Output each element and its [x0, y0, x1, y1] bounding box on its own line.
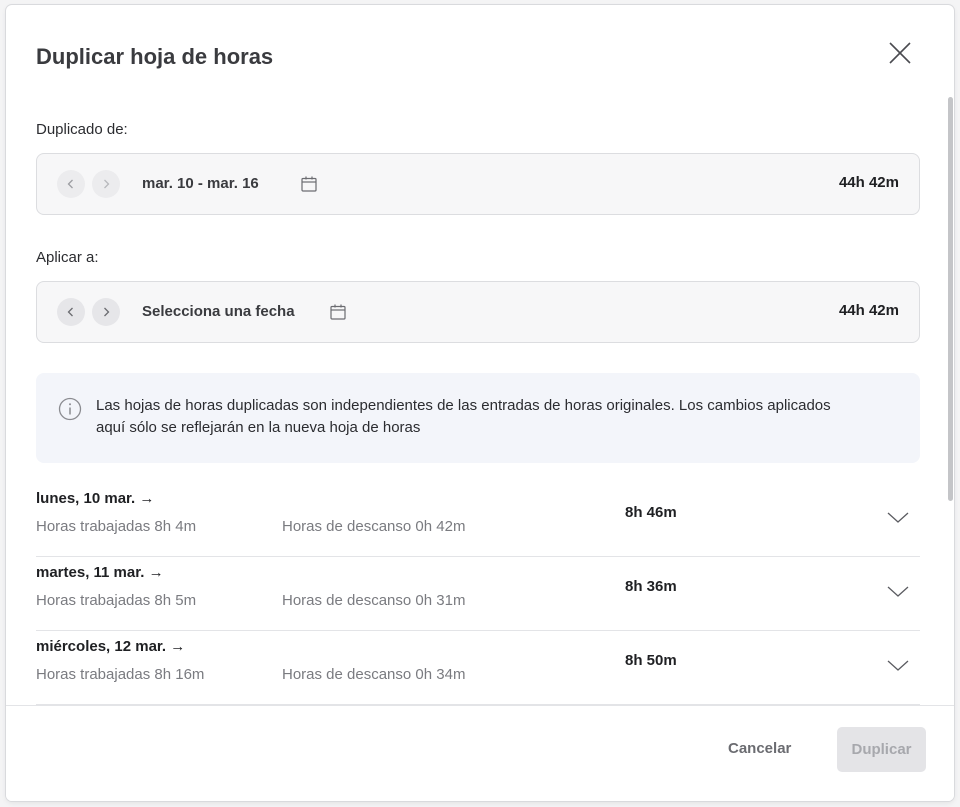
source-week-range: mar. 10 - mar. 16	[142, 175, 259, 192]
prev-week-button[interactable]	[57, 298, 85, 326]
duplicate-button[interactable]: Duplicar	[837, 727, 926, 772]
prev-week-button[interactable]	[57, 170, 85, 198]
source-label: Duplicado de:	[36, 121, 128, 138]
duplicate-timesheet-dialog: Duplicar hoja de horas Duplicado de: mar…	[6, 5, 954, 801]
next-week-button[interactable]	[92, 298, 120, 326]
cancel-button[interactable]: Cancelar	[728, 740, 791, 757]
chevron-left-icon	[67, 307, 73, 317]
chevron-down-icon[interactable]	[886, 506, 910, 530]
dialog-title: Duplicar hoja de horas	[36, 44, 274, 69]
target-label: Aplicar a:	[36, 249, 99, 266]
target-week-total: 44h 42m	[838, 302, 899, 319]
worked-hours: Horas trabajadas 8h 5m	[36, 592, 197, 609]
break-hours: Horas de descanso 0h 34m	[282, 666, 466, 683]
dialog-footer: Cancelar Duplicar	[6, 705, 954, 801]
break-hours: Horas de descanso 0h 42m	[282, 518, 466, 535]
chevron-down-icon[interactable]	[886, 654, 910, 678]
day-title[interactable]: lunes, 10 mar. →	[36, 490, 154, 507]
calendar-icon[interactable]	[300, 175, 318, 193]
chevron-left-icon	[67, 179, 73, 189]
day-title[interactable]: miércoles, 12 mar. →	[36, 638, 185, 655]
worked-hours: Horas trabajadas 8h 16m	[36, 666, 205, 683]
close-icon[interactable]	[886, 39, 914, 67]
day-row: martes, 11 mar. → Horas trabajadas 8h 5m…	[36, 556, 920, 631]
scrollbar[interactable]	[948, 97, 953, 501]
day-total: 8h 46m	[625, 504, 677, 521]
source-week-selector: mar. 10 - mar. 16 44h 42m	[36, 153, 920, 215]
info-icon	[58, 397, 82, 421]
day-total: 8h 36m	[625, 578, 677, 595]
info-banner: Las hojas de horas duplicadas son indepe…	[36, 373, 920, 463]
day-total: 8h 50m	[625, 652, 677, 669]
next-week-button[interactable]	[92, 170, 120, 198]
day-row: miércoles, 12 mar. → Horas trabajadas 8h…	[36, 630, 920, 705]
day-title[interactable]: martes, 11 mar. →	[36, 564, 164, 581]
calendar-icon[interactable]	[329, 303, 347, 321]
chevron-right-icon	[104, 307, 110, 317]
day-row: lunes, 10 mar. → Horas trabajadas 8h 4m …	[36, 482, 920, 557]
break-hours: Horas de descanso 0h 31m	[282, 592, 466, 609]
target-week-placeholder[interactable]: Selecciona una fecha	[142, 303, 295, 320]
chevron-right-icon	[104, 179, 110, 189]
target-week-selector: Selecciona una fecha 44h 42m	[36, 281, 920, 343]
info-text: Las hojas de horas duplicadas son indepe…	[96, 397, 831, 436]
worked-hours: Horas trabajadas 8h 4m	[36, 518, 197, 535]
source-week-total: 44h 42m	[838, 174, 899, 191]
chevron-down-icon[interactable]	[886, 580, 910, 604]
